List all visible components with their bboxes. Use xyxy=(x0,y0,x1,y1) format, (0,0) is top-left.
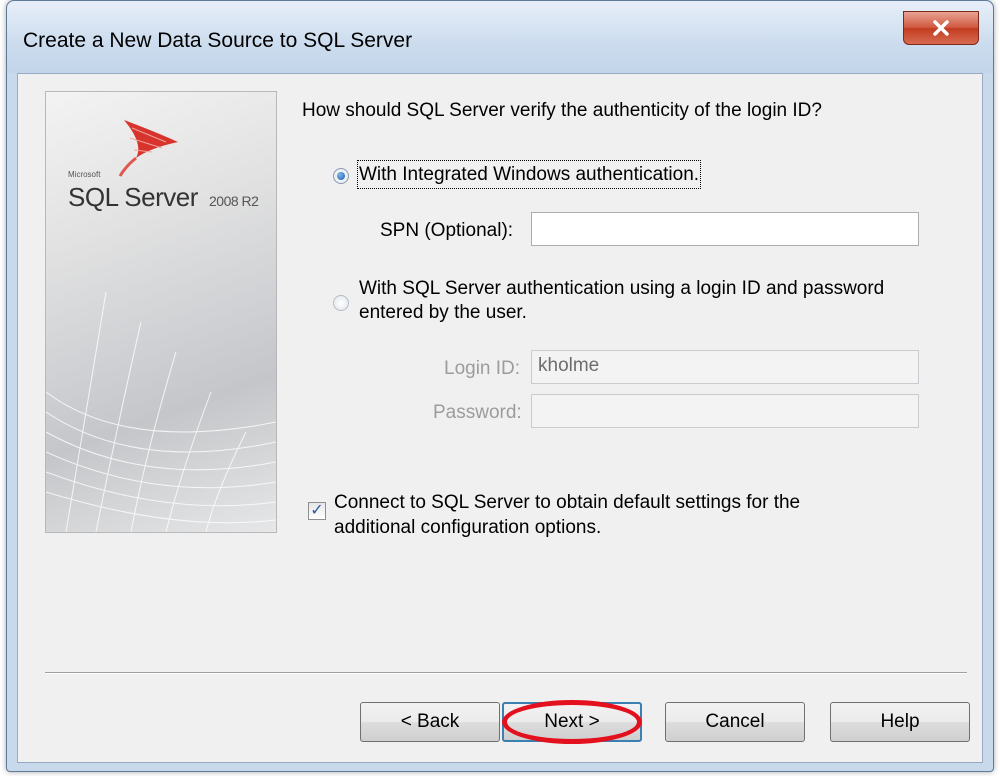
close-button[interactable] xyxy=(903,11,979,45)
password-input[interactable] xyxy=(531,394,919,428)
auth-question: How should SQL Server verify the authent… xyxy=(302,100,822,121)
sql-server-banner: Microsoft SQL Server 2008 R2 xyxy=(45,91,277,533)
window-title: Create a New Data Source to SQL Server xyxy=(23,29,413,52)
connect-label-line1[interactable]: Connect to SQL Server to obtain default … xyxy=(334,490,800,515)
banner-graphic xyxy=(46,120,276,532)
sql-auth-label-line1[interactable]: With SQL Server authentication using a l… xyxy=(359,276,884,301)
windows-auth-radio[interactable] xyxy=(333,168,349,184)
back-button[interactable]: < Back xyxy=(360,702,500,742)
sql-auth-radio[interactable] xyxy=(333,295,349,311)
sql-server-logo-icon xyxy=(118,120,178,177)
next-button[interactable]: Next > xyxy=(502,702,642,742)
microsoft-text: Microsoft xyxy=(68,170,101,179)
connect-checkbox[interactable]: ✓ xyxy=(308,502,326,520)
spn-input[interactable] xyxy=(531,212,919,246)
close-icon xyxy=(933,20,949,36)
dialog-body: Microsoft SQL Server 2008 R2 How should … xyxy=(17,73,983,763)
help-button[interactable]: Help xyxy=(830,702,970,742)
windows-auth-label[interactable]: With Integrated Windows authentication. xyxy=(356,160,702,189)
cancel-button[interactable]: Cancel xyxy=(665,702,805,742)
dialog-window: Create a New Data Source to SQL Server M… xyxy=(6,0,994,772)
password-label: Password: xyxy=(433,402,522,423)
button-separator xyxy=(45,672,967,674)
sql-auth-label-line2[interactable]: entered by the user. xyxy=(359,300,527,325)
product-version: 2008 R2 xyxy=(209,193,259,209)
title-bar[interactable]: Create a New Data Source to SQL Server xyxy=(7,1,993,73)
login-id-label: Login ID: xyxy=(444,358,521,379)
product-name: SQL Server xyxy=(68,182,198,212)
spn-label: SPN (Optional): xyxy=(380,220,514,241)
login-id-input[interactable]: kholme xyxy=(531,350,919,384)
connect-label-line2[interactable]: additional configuration options. xyxy=(334,515,601,540)
